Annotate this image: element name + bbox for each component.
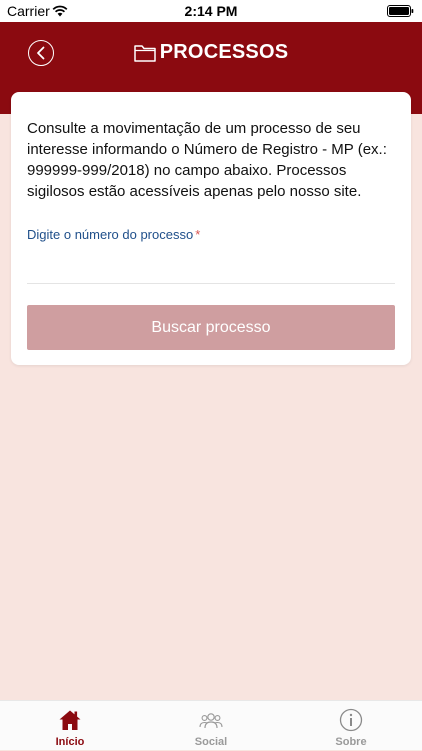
tab-about[interactable]: Sobre (281, 701, 421, 751)
required-mark: * (195, 227, 201, 242)
status-bar: Carrier 2:14 PM (0, 0, 422, 22)
folder-icon (134, 44, 156, 62)
tab-home-label: Início (55, 736, 85, 748)
tab-social[interactable]: Social (141, 701, 281, 751)
intro-text: Consulte a movimentação de um processo d… (27, 120, 387, 200)
tab-bar: Início Social Sobre (0, 700, 422, 750)
header-title-group: PROCESSOS (0, 41, 422, 64)
battery-icon (387, 5, 414, 17)
field-label-text: Digite o número do processo (27, 227, 194, 242)
tab-social-label: Social (194, 736, 228, 748)
process-number-label: Digite o número do processo * (27, 227, 200, 242)
tab-home[interactable]: Início (0, 701, 140, 751)
search-card: Consulte a movimentação de um processo d… (11, 92, 411, 365)
tab-about-label: Sobre (335, 736, 367, 748)
info-icon (339, 708, 363, 732)
people-icon (199, 713, 223, 729)
process-number-input[interactable] (27, 248, 395, 284)
clock: 2:14 PM (184, 3, 238, 19)
page-title: PROCESSOS (159, 41, 289, 63)
home-icon (59, 710, 81, 730)
search-process-button[interactable]: Buscar processo (27, 305, 395, 350)
